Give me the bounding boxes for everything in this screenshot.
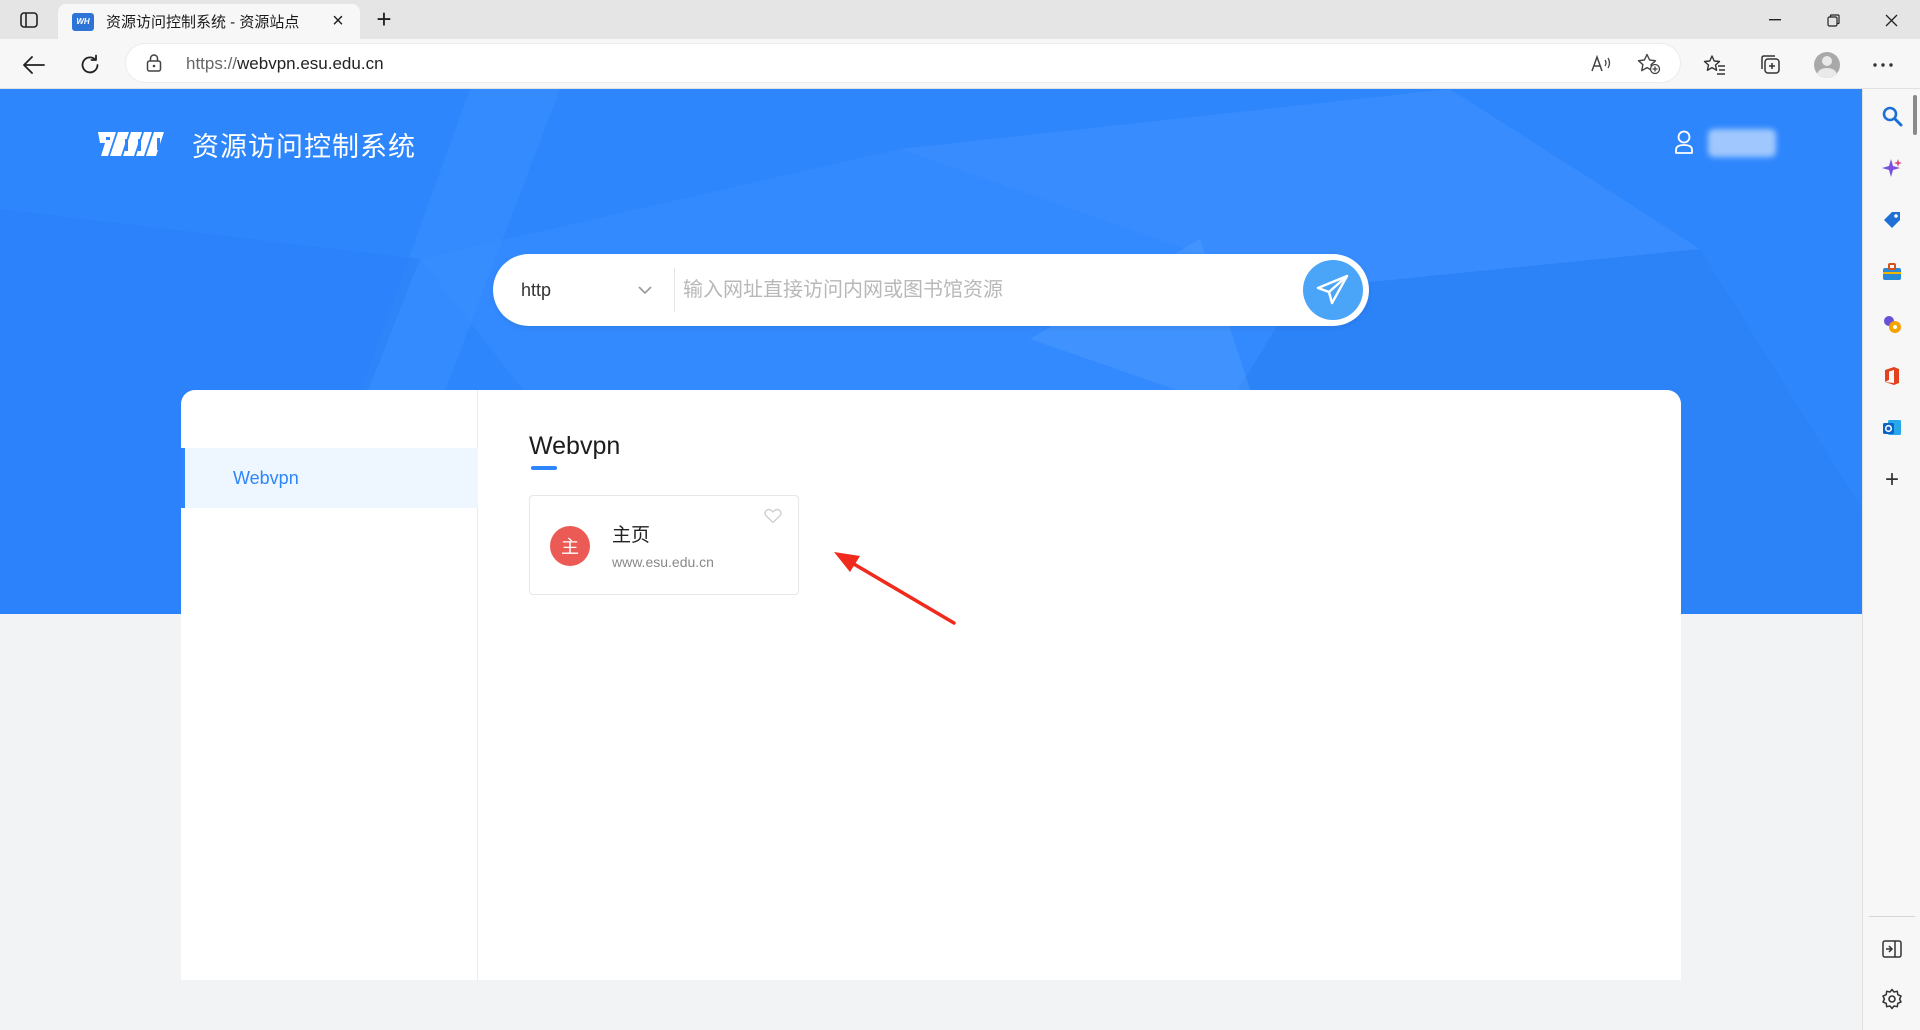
refresh-button[interactable] <box>74 49 106 81</box>
chevron-down-icon[interactable] <box>637 282 653 300</box>
profile-avatar <box>1814 52 1840 78</box>
sidebar-item-webvpn[interactable]: Webvpn <box>181 448 478 508</box>
sidebar-divider <box>1869 916 1915 917</box>
search-divider <box>674 268 675 312</box>
minimize-button[interactable] <box>1752 6 1798 34</box>
office-icon[interactable] <box>1878 362 1906 390</box>
outlook-icon[interactable] <box>1878 414 1906 442</box>
url-bar[interactable]: https://webvpn.esu.edu.cn <box>126 44 1680 82</box>
new-tab-button[interactable]: + <box>370 6 398 34</box>
site-avatar: 主 <box>550 526 590 566</box>
username-redacted[interactable] <box>1708 129 1776 157</box>
search-bar: http <box>493 254 1369 326</box>
favorites-icon[interactable] <box>1698 48 1732 82</box>
heart-icon[interactable] <box>764 508 782 529</box>
site-name: 主页 <box>612 525 651 546</box>
user-icon[interactable] <box>1672 129 1696 155</box>
close-window-button[interactable] <box>1868 6 1914 34</box>
hide-sidebar-icon[interactable] <box>1878 935 1906 963</box>
url-search-input[interactable] <box>683 268 1283 312</box>
add-favorite-icon[interactable] <box>1636 51 1662 77</box>
send-icon <box>1316 274 1349 305</box>
section-title-underline <box>531 466 557 470</box>
shopping-tag-icon[interactable] <box>1878 206 1906 234</box>
back-button[interactable] <box>18 49 50 81</box>
tab-favicon-icon: WH <box>72 12 94 31</box>
more-options-icon[interactable] <box>1866 48 1900 82</box>
tools-icon[interactable] <box>1878 258 1906 286</box>
lock-icon[interactable] <box>146 53 162 78</box>
resource-panel: Webvpn Webvpn 主 主页 www.esu.edu.cn <box>181 390 1681 980</box>
tab-title: 资源访问控制系统 - 资源站点 <box>106 14 300 31</box>
site-logo <box>94 129 166 164</box>
sidebar-item-label: Webvpn <box>233 467 299 488</box>
page-viewport: 资源访问控制系统 http Webvpn <box>0 89 1862 1030</box>
games-icon[interactable] <box>1878 310 1906 338</box>
edge-sidebar: + <box>1862 89 1920 1030</box>
collections-icon[interactable] <box>1754 48 1788 82</box>
system-title: 资源访问控制系统 <box>192 132 416 162</box>
restore-button[interactable] <box>1810 6 1856 34</box>
add-icon[interactable]: + <box>1878 466 1906 494</box>
profile-button[interactable] <box>1810 48 1844 82</box>
address-toolbar: https://webvpn.esu.edu.cn <box>0 39 1920 89</box>
browser-tab-strip: WH 资源访问控制系统 - 资源站点 × + <box>0 0 1920 39</box>
url-text: https://webvpn.esu.edu.cn <box>186 54 384 73</box>
read-aloud-icon[interactable] <box>1588 51 1614 77</box>
tab-close-icon[interactable]: × <box>328 11 348 32</box>
copilot-icon[interactable] <box>1878 154 1906 182</box>
category-sidebar: Webvpn <box>181 390 478 980</box>
browser-tab-active[interactable]: WH 资源访问控制系统 - 资源站点 × <box>58 4 360 39</box>
site-card-homepage[interactable]: 主 主页 www.esu.edu.cn <box>529 495 799 595</box>
protocol-select-value: http <box>521 279 552 300</box>
search-icon[interactable] <box>1878 102 1906 130</box>
settings-icon[interactable] <box>1878 985 1906 1013</box>
scrollbar[interactable] <box>1913 95 1917 135</box>
tab-actions-icon[interactable] <box>14 8 44 32</box>
site-url: www.esu.edu.cn <box>612 554 714 570</box>
annotation-arrow <box>834 552 956 625</box>
section-title: Webvpn <box>529 432 621 460</box>
go-button[interactable] <box>1303 260 1363 320</box>
